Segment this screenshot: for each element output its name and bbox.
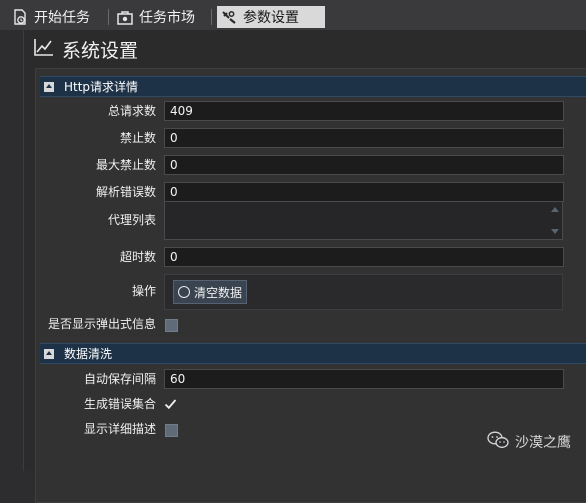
- tab-start-task[interactable]: 开始任务: [12, 6, 90, 28]
- tab-task-market-label: 任务市场: [139, 10, 195, 26]
- scroll-down-icon[interactable]: [551, 229, 559, 234]
- max-banned-label: 最大禁止数: [95, 158, 156, 172]
- tab-settings-label: 参数设置: [243, 10, 299, 26]
- total-requests-field[interactable]: 409: [164, 101, 564, 121]
- timeouts-field[interactable]: 0: [164, 247, 564, 267]
- parse-errors-label: 解析错误数: [95, 185, 156, 199]
- tab-settings[interactable]: 参数设置: [217, 6, 325, 28]
- generate-errors-label: 生成错误集合: [83, 397, 156, 411]
- start-task-icon: [12, 9, 28, 25]
- collapse-icon[interactable]: [44, 348, 54, 359]
- settings-icon: [221, 9, 237, 25]
- settings-page: 系统设置 Http请求详情 总请求数 409 禁止数 0 最大禁止数 0 解析错…: [23, 30, 586, 503]
- total-requests-label: 总请求数: [107, 104, 156, 118]
- tab-bar: 开始任务 任务市场 参数设置: [0, 0, 586, 30]
- page-header: 系统设置: [34, 36, 138, 62]
- page-title: 系统设置: [62, 39, 139, 62]
- wechat-icon: [487, 431, 509, 453]
- section-title: 数据清洗: [64, 347, 113, 361]
- tab-task-market[interactable]: 任务市场: [117, 6, 195, 28]
- max-banned-field[interactable]: 0: [164, 155, 564, 175]
- scroll-up-icon[interactable]: [551, 207, 559, 212]
- timeouts-label: 超时数: [119, 250, 156, 264]
- autosave-interval-label: 自动保存间隔: [83, 372, 156, 386]
- banned-field[interactable]: 0: [164, 128, 564, 148]
- show-popup-checkbox[interactable]: [165, 319, 178, 332]
- clear-data-button[interactable]: 清空数据: [173, 280, 247, 304]
- autosave-interval-field[interactable]: 60: [164, 369, 564, 389]
- show-details-checkbox[interactable]: [165, 424, 178, 437]
- tab-start-task-label: 开始任务: [34, 10, 90, 26]
- collapse-icon[interactable]: [44, 81, 54, 92]
- watermark: 沙漠之鹰: [487, 431, 571, 453]
- task-market-icon: [117, 9, 133, 25]
- tab-divider: [108, 9, 109, 25]
- checkmark-icon: [164, 399, 177, 410]
- clear-data-button-label: 清空数据: [193, 285, 242, 300]
- tab-divider: [211, 9, 212, 25]
- proxy-list[interactable]: [164, 201, 563, 240]
- section-header-cleaning[interactable]: 数据清洗: [40, 343, 586, 364]
- watermark-text: 沙漠之鹰: [515, 435, 571, 451]
- section-header-http[interactable]: Http请求详情: [40, 76, 586, 97]
- parse-errors-field[interactable]: 0: [164, 182, 564, 202]
- circle-icon: [177, 286, 190, 298]
- show-popup-label: 是否显示弹出式信息: [47, 317, 156, 331]
- action-area: 清空数据: [164, 274, 563, 310]
- show-details-label: 显示详细描述: [83, 422, 156, 436]
- proxy-list-label: 代理列表: [107, 213, 156, 227]
- action-label: 操作: [131, 284, 156, 298]
- proxy-list-scrollbar[interactable]: [550, 204, 560, 237]
- generate-errors-checkbox[interactable]: [164, 398, 177, 410]
- banned-label: 禁止数: [119, 131, 156, 145]
- section-title: Http请求详情: [64, 80, 139, 94]
- chart-line-icon: [34, 38, 54, 60]
